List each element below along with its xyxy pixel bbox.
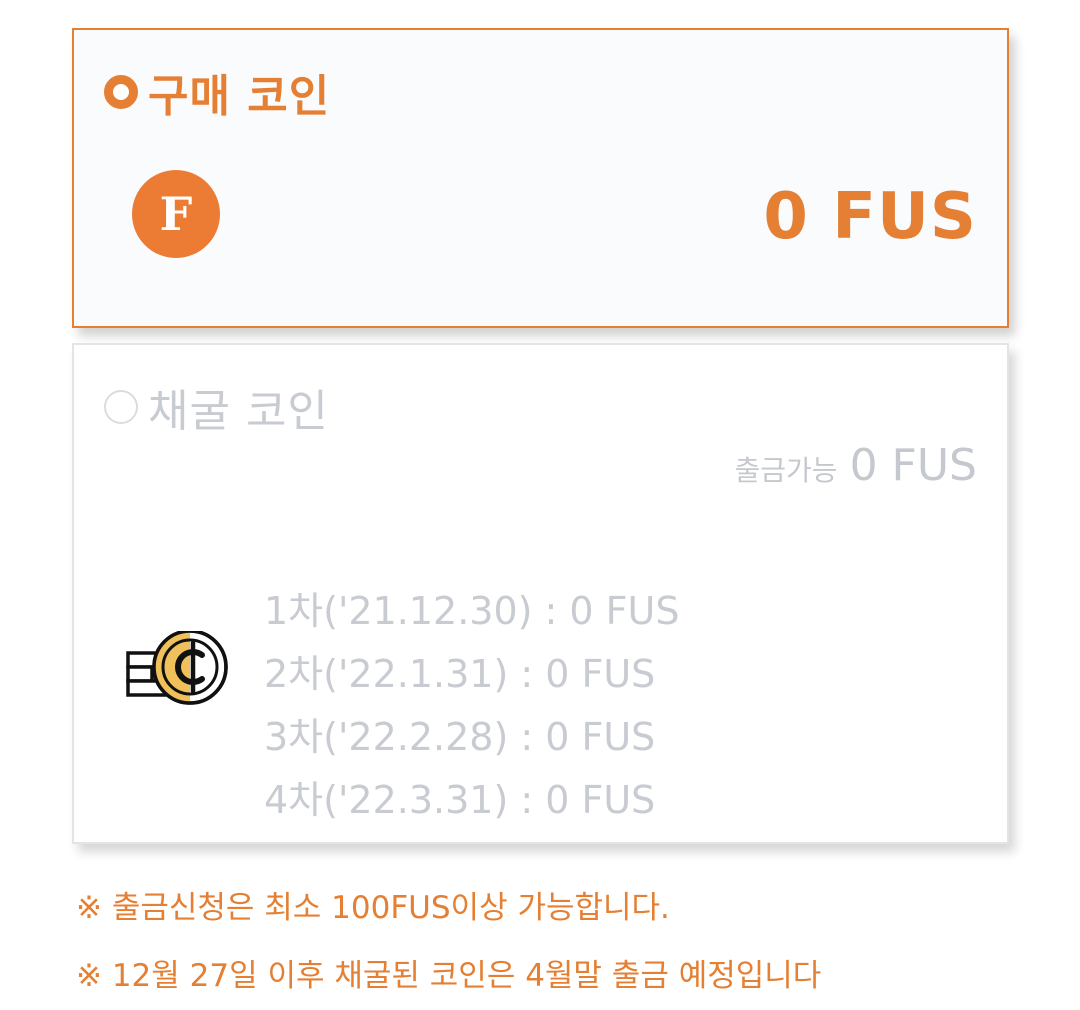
mining-coin-radio[interactable] <box>104 390 138 424</box>
withdrawable-amount: 출금가능 0 FUS <box>735 440 977 491</box>
withdrawable-label: 출금가능 <box>734 454 838 487</box>
schedule-item: 4차('22.3.31) : 0 FUS <box>264 778 656 822</box>
fus-coin-letter: F <box>159 187 193 241</box>
purchase-coin-title: 구매 코인 <box>104 60 330 124</box>
purchase-coin-amount: 0 FUS <box>763 180 977 254</box>
fus-coin-icon: F <box>132 170 220 258</box>
withdrawable-value: 0 FUS <box>849 440 977 491</box>
purchase-coin-radio[interactable] <box>104 75 138 109</box>
withdrawal-schedule-note: ※ 12월 27일 이후 채굴된 코인은 4월말 출금 예정입니다 <box>76 958 822 994</box>
coin-stack-icon <box>126 631 228 705</box>
mining-coin-card[interactable]: 채굴 코인 출금가능 0 FUS 1차('21.12.30) : 0 FUS 2… <box>72 343 1009 844</box>
mining-coin-label: 채굴 코인 <box>148 386 329 437</box>
purchase-coin-card[interactable]: 구매 코인 F 0 FUS <box>72 28 1009 328</box>
minimum-withdrawal-note: ※ 출금신청은 최소 100FUS이상 가능합니다. <box>76 890 670 926</box>
schedule-item: 1차('21.12.30) : 0 FUS <box>264 589 680 633</box>
purchase-coin-label: 구매 코인 <box>148 71 331 122</box>
schedule-item: 2차('22.1.31) : 0 FUS <box>264 652 656 696</box>
mining-schedule-list: 1차('21.12.30) : 0 FUS 2차('22.1.31) : 0 F… <box>264 585 679 837</box>
schedule-item: 3차('22.2.28) : 0 FUS <box>264 715 656 759</box>
mining-coin-title: 채굴 코인 <box>104 375 329 439</box>
